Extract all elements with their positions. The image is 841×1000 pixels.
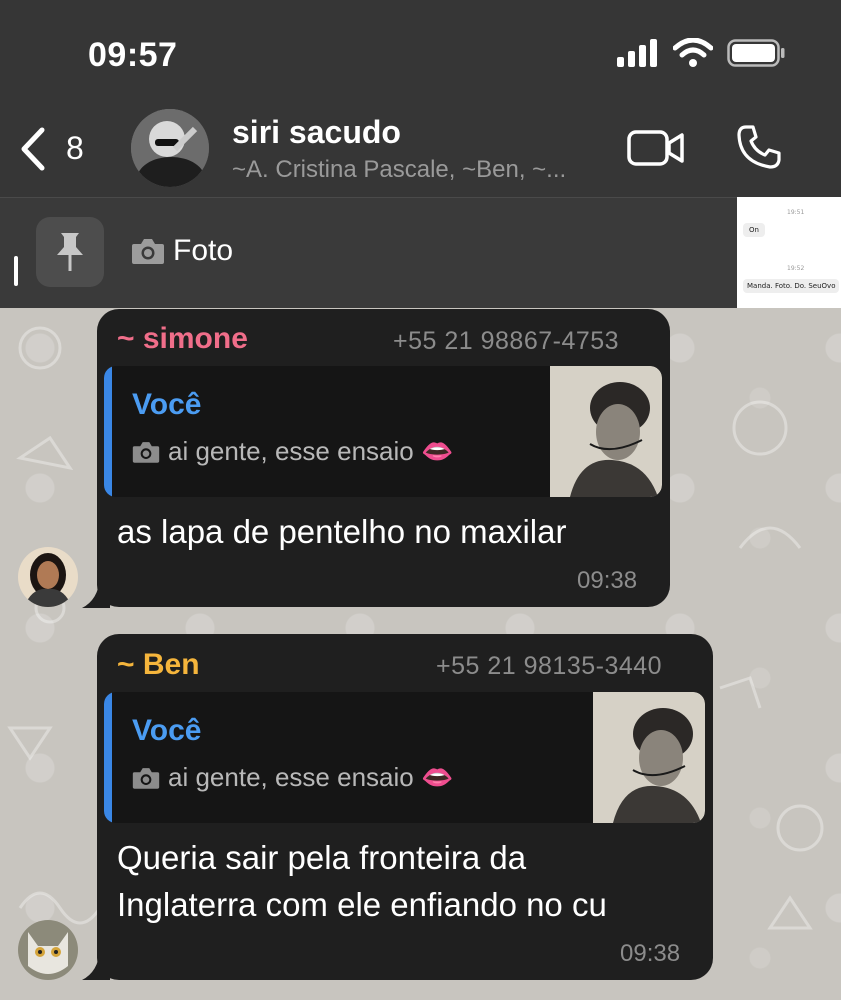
quote-accent-bar — [104, 692, 112, 823]
camera-icon — [132, 441, 160, 463]
pin-indicator — [14, 256, 18, 286]
pinned-thumbnail[interactable]: 19:51 On 19:52 Manda. Foto. Do. SeuOvo — [737, 197, 841, 308]
quote-author: Você — [132, 714, 202, 747]
thumb-message-1: On — [743, 223, 765, 237]
quote-accent-bar — [104, 366, 112, 497]
quoted-message[interactable]: Você ai gente, esse ensaio 👄 — [104, 692, 705, 823]
group-name[interactable]: siri sacudo — [232, 114, 401, 151]
quote-text-label: ai gente, esse ensaio 👄 — [168, 436, 454, 466]
avatar-image — [18, 547, 78, 607]
video-call-icon[interactable] — [627, 129, 685, 167]
message-time: 09:38 — [577, 567, 638, 594]
group-avatar[interactable] — [131, 109, 209, 187]
quoted-message[interactable]: Você ai gente, esse ensaio 👄 — [104, 366, 662, 497]
avatar-image — [18, 920, 78, 980]
thumb-time-1: 19:51 — [787, 209, 805, 216]
wifi-icon — [673, 38, 713, 67]
camera-icon — [132, 767, 160, 789]
message-time: 09:38 — [620, 940, 681, 967]
pin-icon — [57, 233, 83, 271]
bubble-tail — [82, 578, 110, 608]
signal-icon — [617, 39, 657, 67]
message-text[interactable]: Queria sair pela fronteira da Inglaterra… — [117, 834, 607, 928]
back-chevron-icon[interactable] — [18, 126, 48, 172]
pinned-caption-text: Foto — [173, 234, 234, 267]
sender-phone[interactable]: +55 21 98867-4753 — [393, 327, 619, 356]
thumb-time-2: 19:52 — [787, 265, 805, 272]
quote-text-label: ai gente, esse ensaio 👄 — [168, 762, 454, 792]
pinned-caption[interactable]: Foto — [131, 234, 233, 268]
message-text[interactable]: as lapa de pentelho no maxilar — [117, 508, 566, 555]
portrait-image — [550, 366, 662, 497]
sender-avatar[interactable] — [18, 920, 78, 980]
battery-icon — [727, 39, 785, 67]
sender-avatar[interactable] — [18, 547, 78, 607]
status-icons — [617, 38, 785, 68]
quote-text: ai gente, esse ensaio 👄 — [132, 436, 453, 467]
quote-text: ai gente, esse ensaio 👄 — [132, 762, 453, 793]
camera-icon — [132, 239, 164, 264]
sender-name[interactable]: ~ simone — [117, 322, 248, 356]
message-text-line: Inglaterra com ele enfiando no cu — [117, 886, 607, 923]
portrait-image — [593, 692, 705, 823]
quoted-photo-thumbnail — [593, 692, 705, 823]
pinned-message-bar[interactable] — [0, 197, 841, 308]
sender-phone[interactable]: +55 21 98135-3440 — [436, 652, 662, 681]
message-text-line: Queria sair pela fronteira da — [117, 839, 527, 876]
quote-author: Você — [132, 388, 202, 421]
phone-call-icon[interactable] — [736, 124, 782, 170]
sender-name[interactable]: ~ Ben — [117, 648, 200, 682]
group-avatar-image — [131, 109, 209, 187]
bubble-tail — [82, 950, 110, 980]
pin-button[interactable] — [36, 217, 104, 287]
quoted-photo-thumbnail — [550, 366, 662, 497]
thumb-message-2: Manda. Foto. Do. SeuOvo — [743, 279, 840, 293]
group-members[interactable]: ~A. Cristina Pascale, ~Ben, ~... — [232, 156, 566, 184]
status-time: 09:57 — [88, 36, 178, 74]
unread-count[interactable]: 8 — [66, 130, 84, 167]
